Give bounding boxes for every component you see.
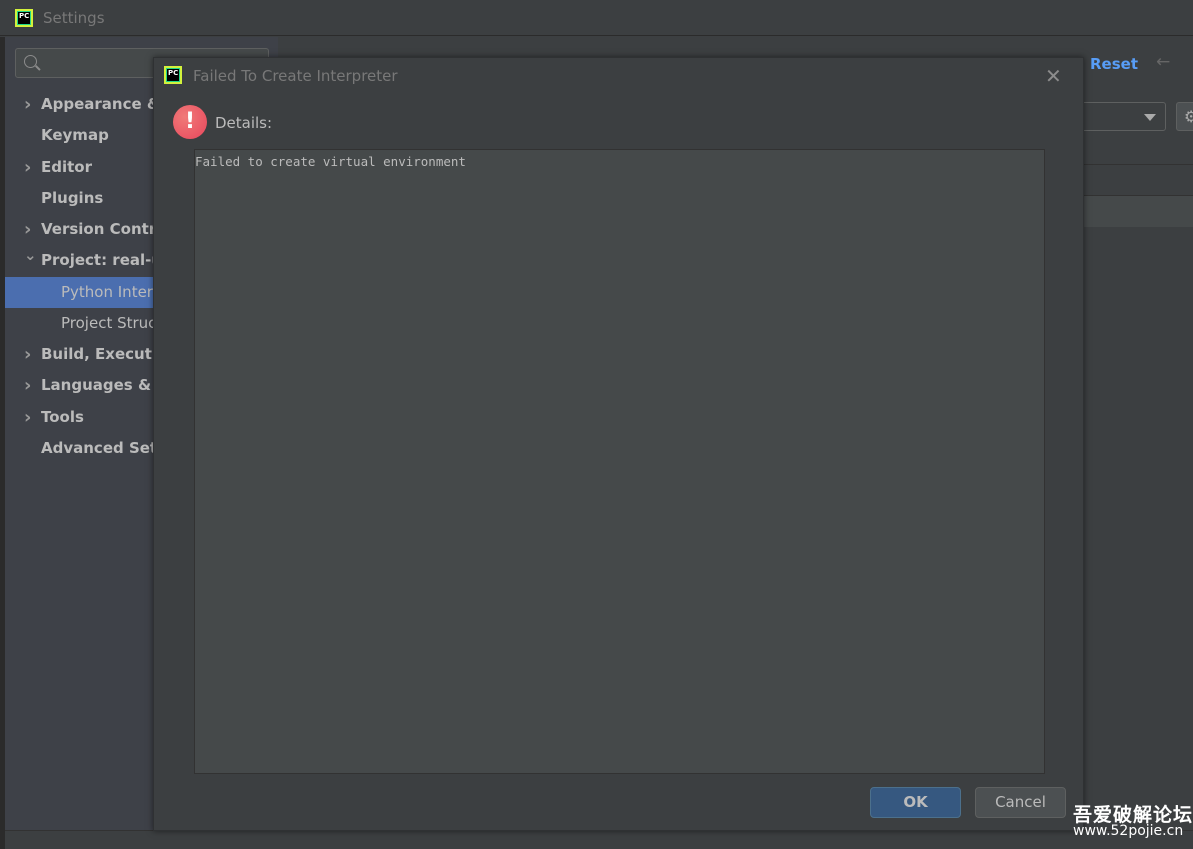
search-icon — [24, 55, 37, 68]
sidebar-item[interactable]: Plugins — [5, 183, 153, 214]
sidebar-item[interactable]: ⌄Project: real-url — [5, 245, 153, 276]
sidebar-item-label: Tools — [41, 408, 84, 426]
chevron-down-icon[interactable]: ⌄ — [24, 245, 37, 271]
watermark-url: www.52pojie.cn — [1073, 823, 1184, 839]
window-title: Settings — [43, 9, 105, 27]
chevron-right-icon[interactable]: › — [24, 402, 31, 433]
chevron-right-icon[interactable]: › — [24, 339, 31, 370]
chevron-right-icon[interactable]: › — [24, 152, 31, 183]
sidebar-item[interactable]: › Build, Execution, Deployment — [5, 339, 153, 370]
dialog-title: Failed To Create Interpreter — [193, 67, 398, 85]
sidebar-item-label: Python Interpreter — [61, 283, 153, 301]
sidebar-item[interactable]: › Appearance & Behavior — [5, 89, 153, 120]
sidebar-item-label: Keymap — [41, 126, 109, 144]
sidebar-item[interactable]: › Editor — [5, 152, 153, 183]
ok-button[interactable]: OK — [870, 787, 961, 818]
sidebar-item[interactable]: Advanced Settings — [5, 433, 153, 464]
package-table-row[interactable] — [1083, 196, 1193, 227]
pycharm-icon: PC — [15, 9, 33, 27]
settings-bottom-bar — [5, 830, 1193, 849]
sidebar-item-label: Languages & Frameworks — [41, 376, 153, 394]
cancel-button[interactable]: Cancel — [975, 787, 1066, 818]
chevron-right-icon[interactable]: › — [24, 89, 31, 120]
close-icon[interactable]: ✕ — [1045, 64, 1062, 88]
chevron-right-icon[interactable]: › — [24, 214, 31, 245]
pycharm-icon: PC — [164, 66, 182, 84]
chevron-right-icon[interactable]: › — [24, 370, 31, 401]
reset-link[interactable]: Reset — [1090, 55, 1138, 73]
details-label: Details: — [215, 114, 273, 132]
error-icon: ! — [173, 105, 207, 139]
gear-icon[interactable]: ⚙ — [1176, 102, 1193, 131]
sidebar-item-label: Project: real-url — [41, 251, 153, 269]
sidebar-item[interactable]: Keymap — [5, 120, 153, 151]
back-arrow-icon[interactable]: ← — [1156, 52, 1170, 72]
sidebar-item-label: Appearance & Behavior — [41, 95, 153, 113]
sidebar-item[interactable]: › Version Control — [5, 214, 153, 245]
sidebar-item-label: Advanced Settings — [41, 439, 153, 457]
title-bar: PC Settings — [0, 0, 1193, 36]
sidebar-item-label: Version Control — [41, 220, 153, 238]
divider — [1083, 164, 1193, 165]
sidebar-item-label: Editor — [41, 158, 92, 176]
error-dialog: PC Failed To Create Interpreter ✕ ! Deta… — [153, 57, 1084, 831]
details-textarea[interactable]: Failed to create virtual environment — [194, 149, 1045, 774]
sidebar-item[interactable]: Project Structure — [5, 308, 153, 339]
sidebar-item-label: Project Structure — [61, 314, 153, 332]
sidebar-item[interactable]: Python Interpreter — [5, 277, 153, 308]
sidebar-item-label: Plugins — [41, 189, 104, 207]
sidebar-item-label: Build, Execution, Deployment — [41, 345, 153, 363]
sidebar-item[interactable]: › Tools — [5, 402, 153, 433]
sidebar-item[interactable]: › Languages & Frameworks — [5, 370, 153, 401]
